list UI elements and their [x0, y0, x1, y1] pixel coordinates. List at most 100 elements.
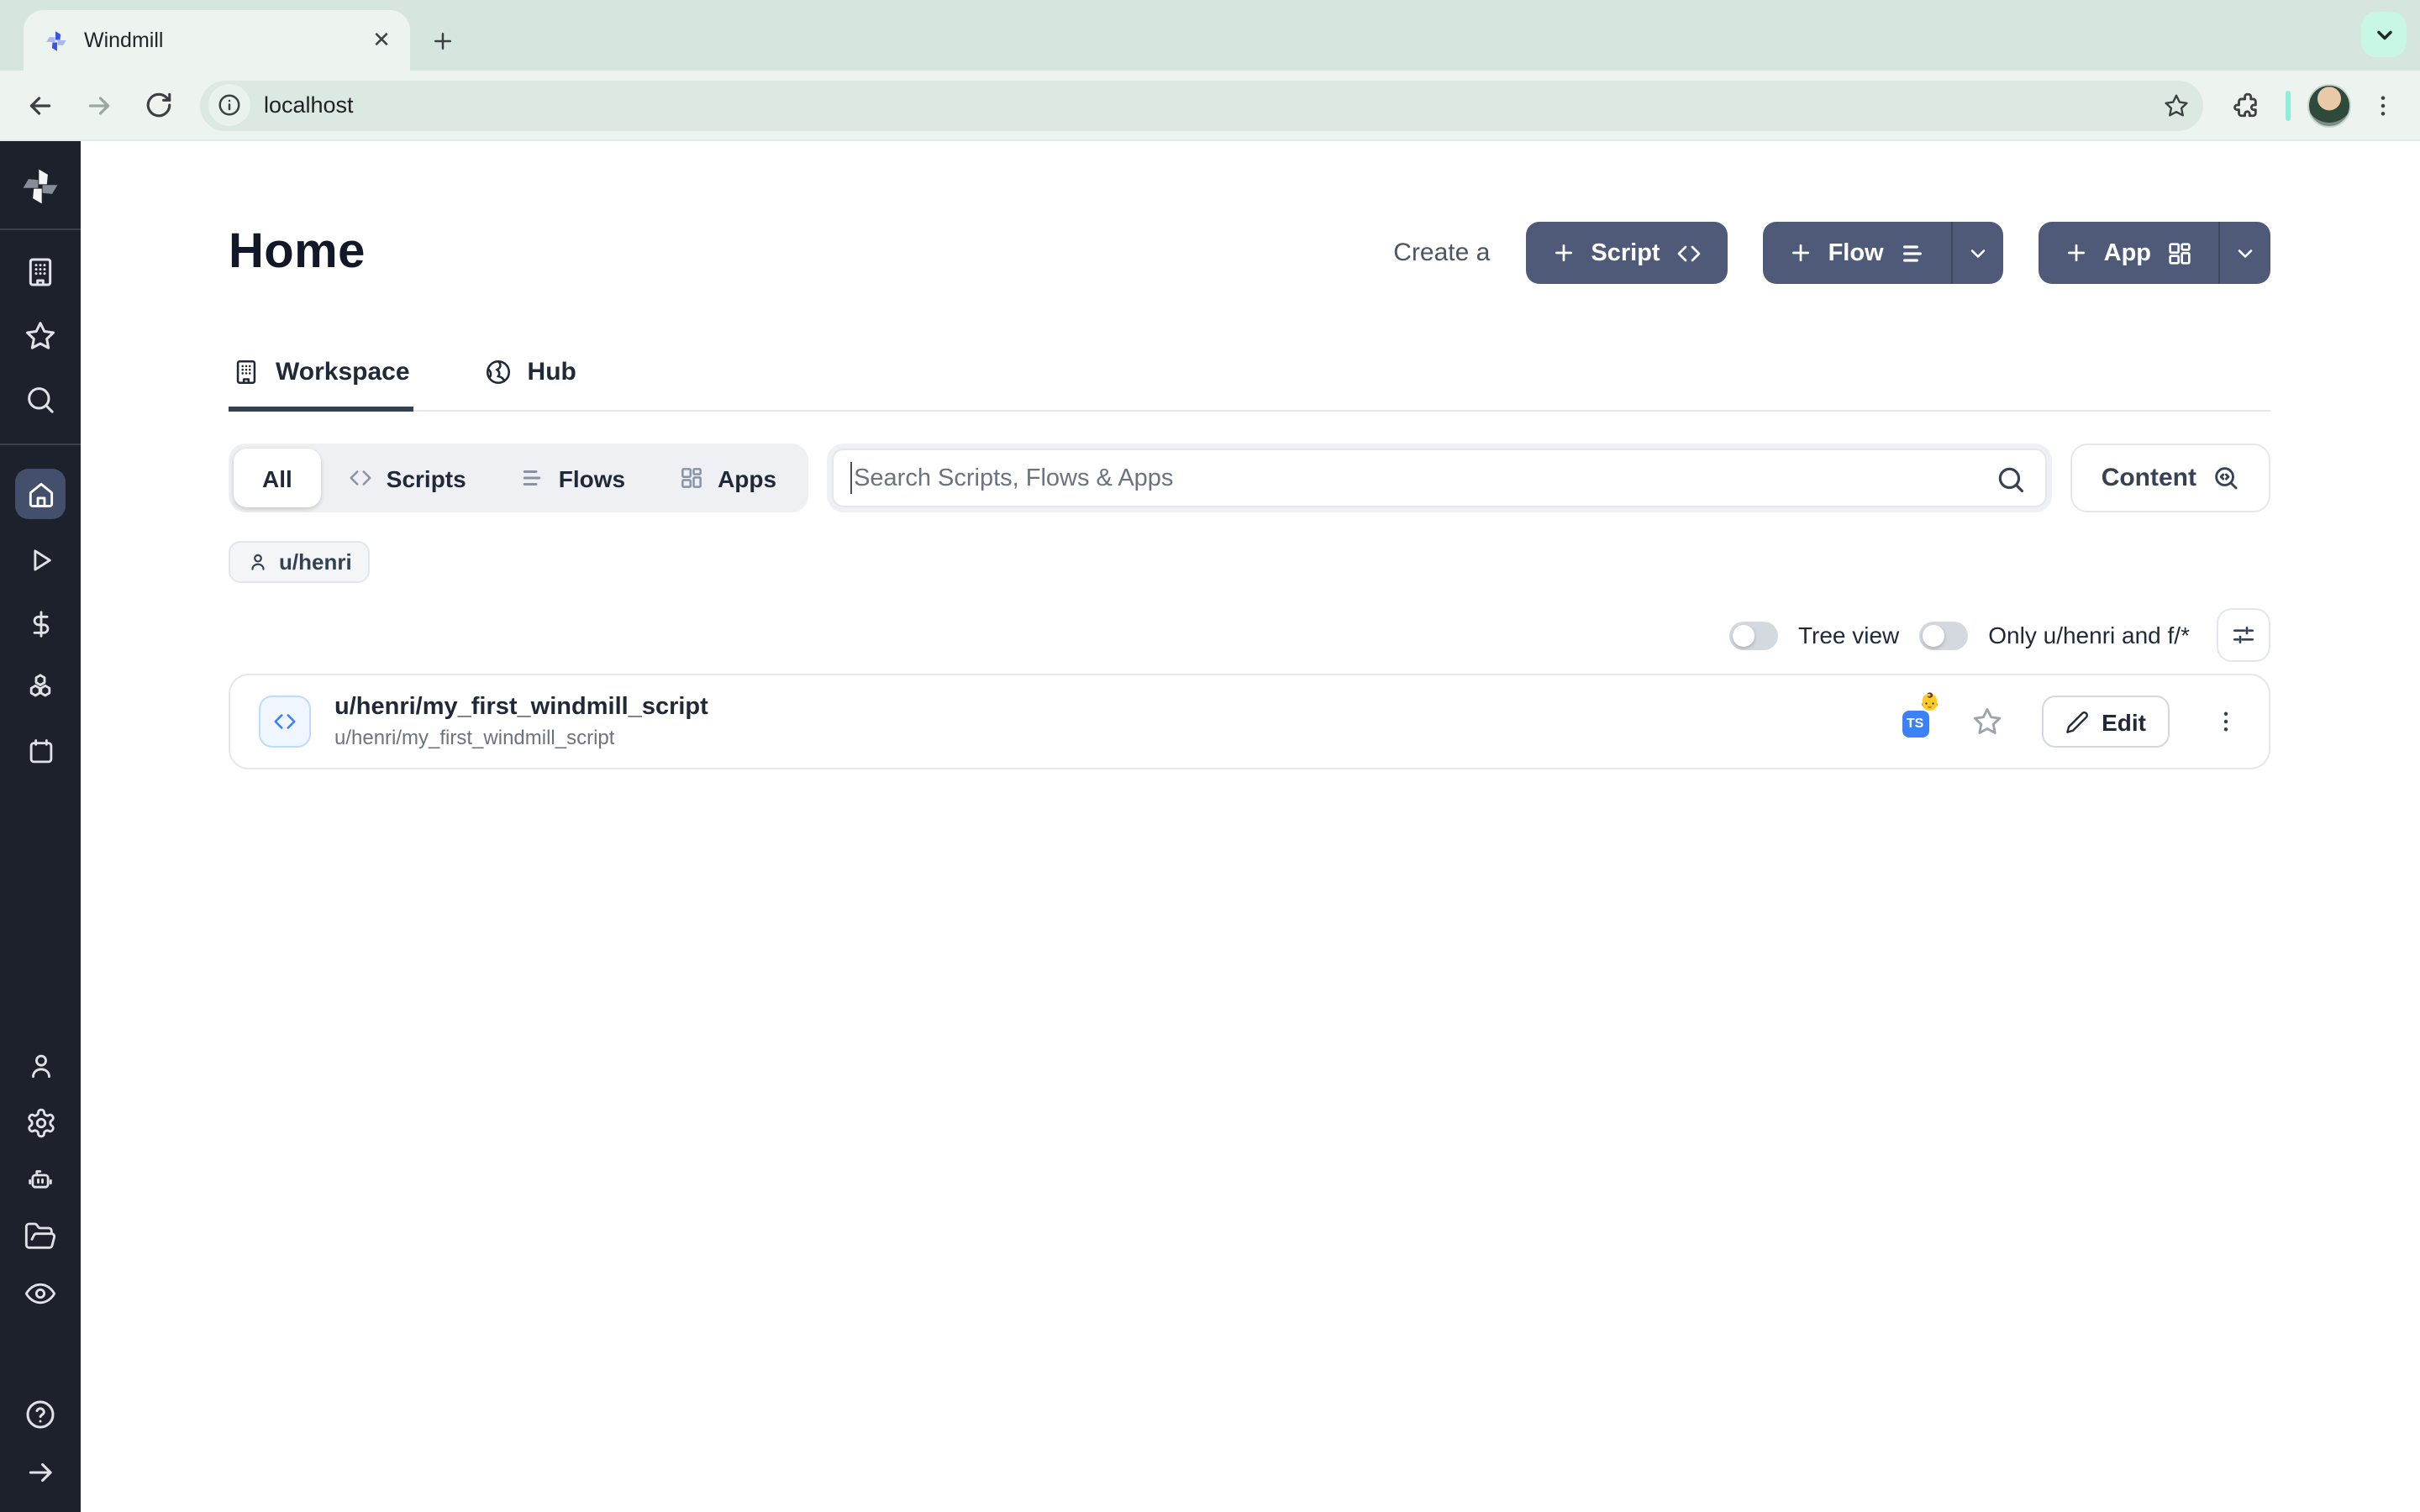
new-tab-button[interactable]	[420, 18, 464, 62]
view-options-row: Tree view Only u/henri and f/*	[229, 608, 2270, 662]
sidebar	[0, 141, 81, 1512]
filter-apps[interactable]: Apps	[652, 449, 803, 507]
item-text: u/henri/my_first_windmill_script u/henri…	[334, 694, 1878, 749]
site-info-icon[interactable]	[208, 84, 250, 126]
boxes-icon	[24, 670, 57, 704]
plus-icon	[2064, 240, 2089, 265]
owner-filter-badge[interactable]: u/henri	[229, 541, 371, 583]
text-caret	[850, 462, 852, 494]
calendar-icon	[24, 735, 56, 767]
toolbar-divider	[2286, 90, 2291, 120]
filter-all[interactable]: All	[234, 449, 321, 507]
sidebar-item-home[interactable]	[15, 469, 66, 519]
plus-icon	[1788, 240, 1813, 265]
item-title: u/henri/my_first_windmill_script	[334, 694, 1878, 721]
sidebar-item-users[interactable]	[0, 1048, 81, 1082]
windmill-logo-icon[interactable]	[0, 165, 81, 208]
star-icon	[24, 319, 57, 353]
user-icon	[247, 551, 269, 573]
create-flow-label: Flow	[1828, 239, 1884, 266]
search-container	[827, 444, 2053, 512]
list-item-script[interactable]: u/henri/my_first_windmill_script u/henri…	[230, 675, 2269, 768]
create-flow-button: Flow	[1763, 222, 2003, 284]
create-script-button[interactable]: Script	[1525, 222, 1727, 284]
browser-tab-strip: Windmill ✕	[0, 0, 2420, 71]
create-script-label: Script	[1591, 239, 1660, 266]
items-list: u/henri/my_first_windmill_script u/henri…	[229, 674, 2270, 769]
building-icon	[232, 358, 260, 386]
extensions-puzzle-icon[interactable]	[2222, 81, 2269, 129]
create-flow-dropdown[interactable]	[1953, 222, 2003, 284]
filter-flows-label: Flows	[559, 465, 625, 491]
only-owner-toggle[interactable]	[1919, 621, 1968, 649]
display-settings-button[interactable]	[2217, 608, 2270, 662]
tab-close-icon[interactable]: ✕	[366, 25, 397, 55]
sidebar-item-settings[interactable]	[0, 1105, 81, 1139]
favorite-star-icon[interactable]	[1970, 706, 2002, 738]
avatar[interactable]	[2307, 83, 2351, 127]
code-icon	[348, 465, 373, 491]
create-row: Create a Script Flow	[1393, 222, 2270, 284]
create-app-label: App	[2104, 239, 2151, 266]
create-app-main[interactable]: App	[2039, 222, 2218, 284]
sidebar-item-search[interactable]	[0, 383, 81, 417]
chevron-down-icon	[2233, 241, 2257, 265]
bookmark-star-icon[interactable]	[2163, 92, 2190, 118]
app-shell: Home Create a Script Flow	[0, 141, 2420, 1512]
tab-workspace-label: Workspace	[276, 358, 410, 386]
filter-scripts[interactable]: Scripts	[321, 449, 493, 507]
browser-menu-icon[interactable]	[2363, 81, 2403, 129]
sidebar-item-runs[interactable]	[0, 543, 81, 576]
filter-apps-label: Apps	[718, 465, 776, 491]
code-icon	[272, 709, 297, 734]
owner-badge-label: u/henri	[279, 549, 352, 575]
create-flow-main[interactable]: Flow	[1763, 222, 1951, 284]
tab-workspace[interactable]: Workspace	[229, 358, 413, 412]
sidebar-item-workers[interactable]	[0, 1163, 81, 1196]
tab-hub[interactable]: Hub	[481, 358, 580, 412]
sidebar-item-schedules[interactable]	[0, 734, 81, 768]
create-app-dropdown[interactable]	[2220, 222, 2270, 284]
user-icon	[24, 1049, 56, 1081]
help-circle-icon	[24, 1398, 57, 1431]
sidebar-expand-button[interactable]	[0, 1455, 81, 1488]
layout-grid-icon	[2166, 239, 2193, 266]
address-bar[interactable]: localhost	[200, 80, 2203, 130]
sliders-icon	[2230, 622, 2257, 648]
tree-view-toggle[interactable]	[1729, 621, 1778, 649]
kind-filter: All Scripts Flows Apps	[229, 444, 808, 512]
back-button[interactable]	[17, 81, 64, 129]
sidebar-item-audit[interactable]	[0, 1277, 81, 1310]
edit-button-label: Edit	[2102, 708, 2146, 735]
sidebar-item-help[interactable]	[0, 1398, 81, 1431]
sidebar-item-favorites[interactable]	[0, 319, 81, 353]
search-input[interactable]	[832, 449, 2048, 507]
chevron-down-icon	[1966, 241, 1990, 265]
content-search-button[interactable]: Content	[2071, 444, 2270, 512]
url-text: localhost	[264, 92, 2149, 118]
reload-button[interactable]	[134, 81, 182, 129]
baby-emoji: 👶	[1919, 695, 1940, 711]
sidebar-item-resources[interactable]	[0, 670, 81, 704]
sidebar-item-variables[interactable]	[0, 606, 81, 640]
flow-lines-icon	[520, 465, 545, 491]
browser-toolbar: localhost	[0, 71, 2420, 141]
sidebar-item-folders[interactable]	[0, 1220, 81, 1253]
plus-icon	[1550, 240, 1576, 265]
browser-tab[interactable]: Windmill ✕	[24, 10, 410, 71]
restore-down-button[interactable]	[2361, 12, 2407, 57]
eye-icon	[24, 1277, 57, 1310]
sidebar-divider	[0, 444, 81, 445]
language-badge: TS 👶	[1902, 706, 1932, 737]
edit-button[interactable]: Edit	[2041, 696, 2170, 748]
sidebar-item-workspace[interactable]	[0, 255, 81, 289]
robot-icon	[24, 1163, 57, 1196]
pencil-icon	[2065, 710, 2088, 733]
filter-flows[interactable]: Flows	[493, 449, 652, 507]
item-menu-icon[interactable]	[2208, 707, 2242, 736]
item-actions: TS 👶 Edit	[1902, 696, 2242, 748]
forward-button[interactable]	[76, 81, 123, 129]
content-label: Content	[2102, 464, 2196, 492]
search-code-icon	[2212, 464, 2240, 492]
code-icon	[1676, 239, 1702, 266]
